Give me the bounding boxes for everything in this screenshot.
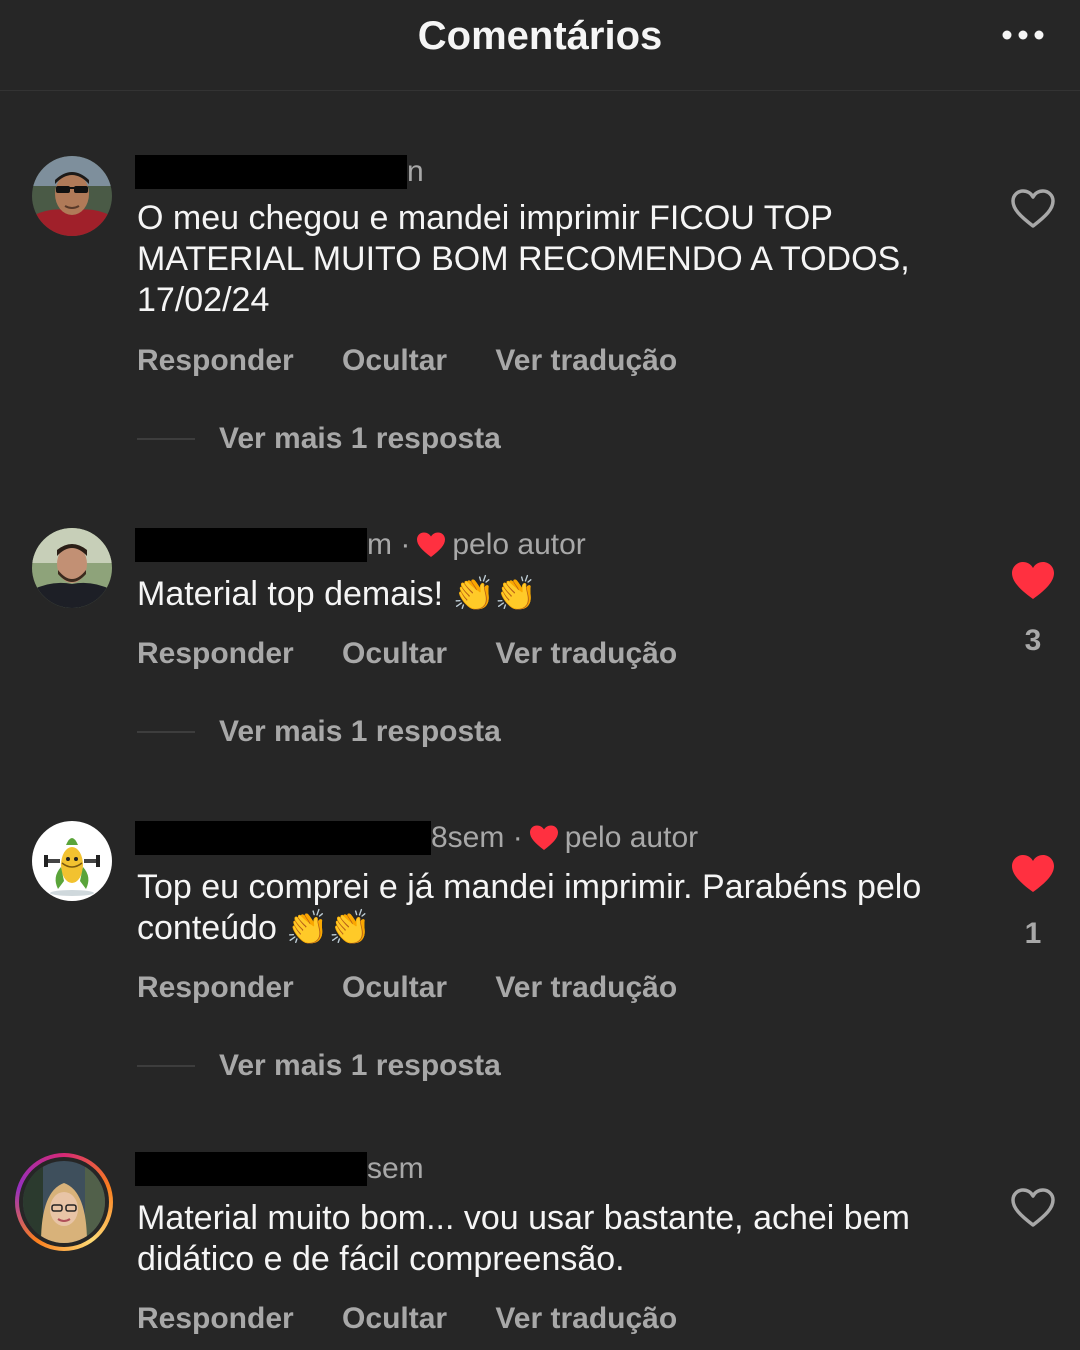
- replies-divider: [137, 438, 195, 440]
- hide-button[interactable]: Ocultar: [342, 344, 447, 377]
- like-count: 1: [1024, 917, 1042, 950]
- reply-button[interactable]: Responder: [137, 637, 294, 670]
- comment-text: Material muito bom... vou usar bastante,…: [137, 1199, 910, 1278]
- comment-actions: Responder Ocultar Ver tradução: [137, 344, 717, 378]
- heart-icon[interactable]: [1010, 1187, 1056, 1229]
- heart-filled-icon[interactable]: [1010, 560, 1056, 602]
- username-redaction: [135, 528, 367, 562]
- replies-divider: [137, 731, 195, 733]
- hide-button[interactable]: Ocultar: [342, 971, 447, 1004]
- comment-meta: m · pelo autor: [135, 527, 586, 563]
- more-horizontal-icon[interactable]: [1000, 28, 1046, 42]
- view-replies-button[interactable]: Ver mais 1 resposta: [137, 715, 501, 749]
- avatar: [23, 1161, 105, 1243]
- comment-text: Material top demais! 👏👏: [137, 575, 538, 613]
- comment-actions: Responder Ocultar Ver tradução: [137, 637, 717, 671]
- comment-meta: 8sem · pelo autor: [135, 820, 698, 856]
- view-replies-label: Ver mais 1 resposta: [219, 715, 501, 748]
- liked-by-author-label: pelo autor: [452, 528, 586, 561]
- reply-button[interactable]: Responder: [137, 971, 294, 1004]
- comment-text: O meu chegou e mandei imprimir FICOU TOP…: [137, 199, 910, 319]
- hide-button[interactable]: Ocultar: [342, 637, 447, 670]
- reply-button[interactable]: Responder: [137, 1302, 294, 1335]
- view-replies-label: Ver mais 1 resposta: [219, 422, 501, 455]
- comment-meta-text: m ·: [367, 528, 411, 561]
- liked-by-author-label: pelo autor: [564, 821, 699, 854]
- comment-text: Top eu comprei e já mandei imprimir. Par…: [137, 868, 922, 947]
- username-redaction: [135, 1152, 367, 1186]
- comment-actions: Responder Ocultar Ver tradução: [137, 1302, 717, 1336]
- view-replies-button[interactable]: Ver mais 1 resposta: [137, 1049, 501, 1083]
- comment-meta-text: sem: [367, 1152, 424, 1185]
- comment-meta-text: 8sem ·: [431, 821, 523, 854]
- page-title: Comentários: [417, 14, 663, 58]
- author-heart-icon: [529, 825, 558, 850]
- avatar[interactable]: [32, 528, 112, 608]
- view-replies-label: Ver mais 1 resposta: [219, 1049, 501, 1082]
- translate-button[interactable]: Ver tradução: [495, 637, 677, 670]
- heart-filled-icon[interactable]: [1010, 853, 1056, 895]
- reply-button[interactable]: Responder: [137, 344, 294, 377]
- username-redaction: [135, 821, 431, 855]
- translate-button[interactable]: Ver tradução: [495, 971, 677, 1004]
- avatar[interactable]: [32, 821, 112, 901]
- heart-icon[interactable]: [1010, 188, 1056, 230]
- hide-button[interactable]: Ocultar: [342, 1302, 447, 1335]
- replies-divider: [137, 1065, 195, 1067]
- avatar[interactable]: [32, 156, 112, 236]
- translate-button[interactable]: Ver tradução: [495, 1302, 677, 1335]
- avatar-story-ring[interactable]: [15, 1153, 113, 1251]
- username-redaction: [135, 155, 407, 189]
- view-replies-button[interactable]: Ver mais 1 resposta: [137, 422, 501, 456]
- translate-button[interactable]: Ver tradução: [495, 344, 677, 377]
- author-heart-icon: [417, 532, 446, 557]
- comment-meta-text: n: [407, 155, 424, 188]
- comment-meta: sem: [135, 1151, 424, 1187]
- comment-actions: Responder Ocultar Ver tradução: [137, 971, 717, 1005]
- header-bar: Comentários: [0, 0, 1080, 91]
- like-count: 3: [1024, 624, 1042, 657]
- comment-meta: n: [135, 154, 424, 190]
